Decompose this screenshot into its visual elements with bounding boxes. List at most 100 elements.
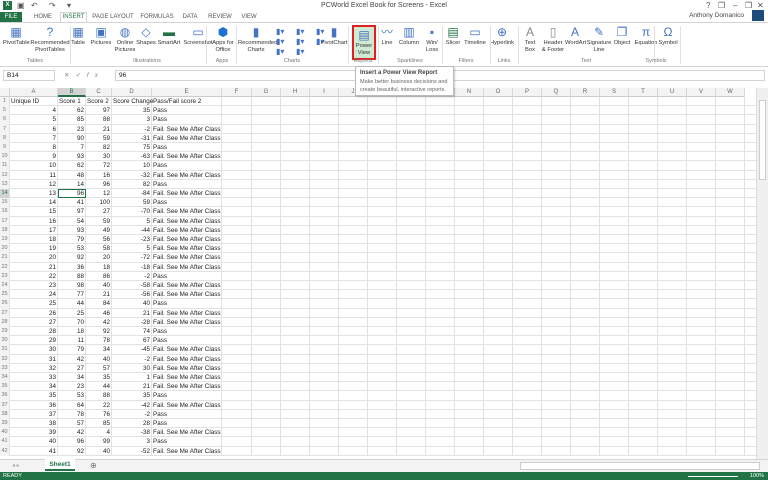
cell-j[interactable] [339, 308, 368, 318]
cell-u[interactable] [658, 189, 687, 199]
cell-n[interactable] [455, 400, 484, 410]
cell-r[interactable] [571, 409, 600, 419]
cell-o[interactable] [484, 373, 513, 383]
cell-k[interactable] [368, 281, 397, 291]
cell-w[interactable] [716, 225, 745, 235]
cell-n[interactable] [455, 290, 484, 300]
cell-u[interactable] [658, 152, 687, 162]
cell-r[interactable] [571, 400, 600, 410]
cell-h[interactable] [281, 271, 310, 281]
cell-f[interactable] [222, 106, 252, 116]
cell-b[interactable]: 78 [58, 409, 86, 419]
cell-g[interactable] [252, 262, 281, 272]
row-header[interactable]: 37 [0, 400, 10, 410]
chart-type-icon[interactable]: ▮▾ [276, 47, 284, 56]
cell-e[interactable]: Fail. See Me After Class [152, 244, 222, 254]
column-header-i[interactable]: I [310, 88, 339, 97]
cell-s[interactable] [600, 391, 629, 401]
cell-n[interactable] [455, 317, 484, 327]
cell-t[interactable] [629, 446, 658, 456]
cell-p[interactable] [513, 428, 542, 438]
cell-p[interactable] [513, 409, 542, 419]
cell-v[interactable] [687, 179, 716, 189]
cell-n[interactable] [455, 106, 484, 116]
cell-q[interactable] [542, 354, 571, 364]
cell-j[interactable] [339, 133, 368, 143]
cell-q[interactable] [542, 409, 571, 419]
cell-j[interactable] [339, 382, 368, 392]
cell-w[interactable] [716, 170, 745, 180]
cell-s[interactable] [600, 317, 629, 327]
cell-f[interactable] [222, 179, 252, 189]
cell-v[interactable] [687, 281, 716, 291]
cell-u[interactable] [658, 281, 687, 291]
cell-b[interactable]: 25 [58, 308, 86, 318]
row-header[interactable]: 7 [0, 124, 10, 134]
cell-g[interactable] [252, 133, 281, 143]
cell-l[interactable] [397, 391, 426, 401]
cell-w[interactable] [716, 308, 745, 318]
cell-d[interactable]: -2 [112, 409, 152, 419]
cell-u[interactable] [658, 400, 687, 410]
column-header-a[interactable]: A [10, 88, 58, 97]
cell-o[interactable] [484, 290, 513, 300]
cell-q[interactable] [542, 363, 571, 373]
cell-i[interactable] [310, 106, 339, 116]
ribbon-button-apps-for-office[interactable]: ⬢ Apps for Office [210, 25, 236, 54]
cell-u[interactable] [658, 437, 687, 447]
cell-u[interactable] [658, 428, 687, 438]
cell-l[interactable] [397, 428, 426, 438]
cell-d[interactable]: -72 [112, 253, 152, 263]
cell-m[interactable] [426, 198, 455, 208]
cell-s[interactable] [600, 354, 629, 364]
cell-e[interactable]: Pass [152, 198, 222, 208]
cell-u[interactable] [658, 143, 687, 153]
cell-o[interactable] [484, 225, 513, 235]
cell-i[interactable] [310, 97, 339, 107]
cell-n[interactable] [455, 354, 484, 364]
cell-g[interactable] [252, 299, 281, 309]
cell-f[interactable] [222, 115, 252, 125]
cell-j[interactable] [339, 373, 368, 383]
cell-d[interactable]: -2 [112, 354, 152, 364]
cell-i[interactable] [310, 253, 339, 263]
row-header[interactable]: 17 [0, 216, 10, 226]
cell-d[interactable]: -70 [112, 207, 152, 217]
cell-f[interactable] [222, 161, 252, 171]
cell-t[interactable] [629, 400, 658, 410]
cell-l[interactable] [397, 253, 426, 263]
cell-n[interactable] [455, 382, 484, 392]
cell-q[interactable] [542, 97, 571, 107]
row-header[interactable]: 28 [0, 317, 10, 327]
cell-w[interactable] [716, 115, 745, 125]
cell-u[interactable] [658, 308, 687, 318]
help-button[interactable]: ? [706, 1, 710, 10]
cell-h[interactable] [281, 391, 310, 401]
cell-b[interactable]: 88 [58, 271, 86, 281]
cell-j[interactable] [339, 271, 368, 281]
cell-s[interactable] [600, 143, 629, 153]
cell-c[interactable]: 99 [86, 437, 112, 447]
cell-t[interactable] [629, 244, 658, 254]
cell-l[interactable] [397, 345, 426, 355]
chart-type-icon[interactable]: ▮▾ [316, 37, 324, 46]
cell-m[interactable] [426, 317, 455, 327]
cell-p[interactable] [513, 281, 542, 291]
cell-l[interactable] [397, 244, 426, 254]
cell-t[interactable] [629, 437, 658, 447]
ribbon-button-object[interactable]: ❐ Object [612, 25, 632, 47]
cell-k[interactable] [368, 143, 397, 153]
cell-g[interactable] [252, 244, 281, 254]
cell-n[interactable] [455, 133, 484, 143]
cell-n[interactable] [455, 327, 484, 337]
cell-p[interactable] [513, 225, 542, 235]
cell-d[interactable]: 21 [112, 382, 152, 392]
cell-l[interactable] [397, 170, 426, 180]
cell-o[interactable] [484, 244, 513, 254]
cell-w[interactable] [716, 336, 745, 346]
add-sheet-button[interactable]: ⊕ [90, 461, 97, 470]
cell-q[interactable] [542, 345, 571, 355]
cell-v[interactable] [687, 235, 716, 245]
row-header[interactable]: 34 [0, 373, 10, 383]
cell-m[interactable] [426, 244, 455, 254]
